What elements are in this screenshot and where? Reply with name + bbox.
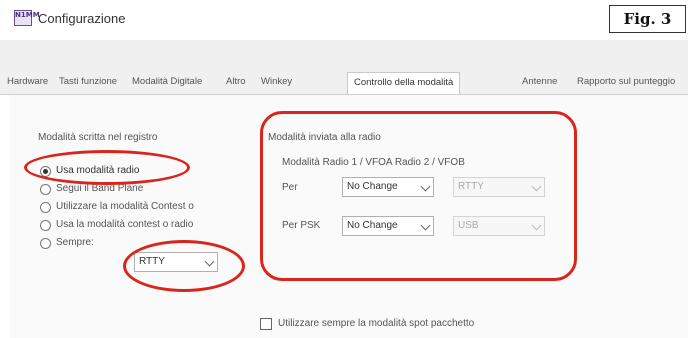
tab-function-keys[interactable]: Tasti funzione [59,76,117,87]
tab-score-reporting[interactable]: Rapporto sul punteggio [577,76,675,87]
radio-always[interactable] [40,238,51,249]
log-mode-title: Modalità scritta nel registro [38,132,158,143]
tab-bar: Hardware Tasti funzione Modalità Digital… [0,72,688,95]
radio-always-label: Sempre: [56,237,94,248]
packet-spot-label: Utilizzare sempre la modalità spot pacch… [278,318,475,329]
tab-hardware[interactable]: Hardware [7,76,48,87]
tab-winkey[interactable]: Winkey [261,76,292,87]
radio-use-contest-mode[interactable] [40,202,51,213]
title-bar: N1MM Configurazione Fig. 3 [0,0,688,40]
annotation-box-radio-mode [260,111,577,281]
radio-use-contest-mode-label: Utilizzare la modalità Contest o [56,201,194,212]
tab-other[interactable]: Altro [226,76,246,87]
tab-mode-control[interactable]: Controllo della modalità [347,72,461,94]
packet-spot-checkbox[interactable] [260,318,272,330]
annotation-oval-radio-mode [24,150,190,185]
tab-digital-mode[interactable]: Modalità Digitale [132,76,202,87]
window-title: Configurazione [38,11,126,26]
figure-label: Fig. 3 [609,5,686,33]
radio-contest-or-radio[interactable] [40,220,51,231]
annotation-oval-rtty [123,240,245,292]
tab-antennas[interactable]: Antenne [522,76,557,87]
radio-contest-or-radio-label: Usa la modalità contest o radio [56,219,194,230]
header-band [0,40,688,72]
radio-follow-band-plan[interactable] [40,184,51,195]
app-icon: N1MM [14,10,40,26]
